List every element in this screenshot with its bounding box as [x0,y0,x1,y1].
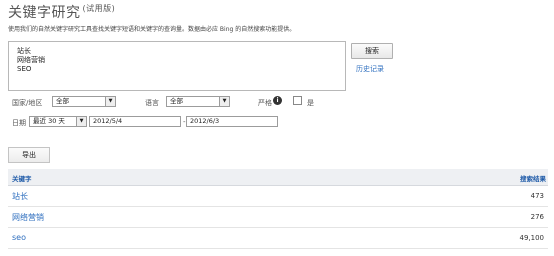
page-title-text: 关键字研究 [8,5,81,21]
date-start-input[interactable]: 2012/5/4 [89,116,181,127]
chevron-down-icon: ▼ [76,117,86,126]
keyword-line: 站长 [17,47,31,55]
trial-badge: (试用版) [82,4,116,14]
column-header-keyword[interactable]: 关键字 [12,173,32,183]
result-count: 276 [530,213,544,221]
result-count: 473 [530,192,544,200]
table-row: 站长 473 [8,186,548,207]
results-table: 关键字 搜索结果 站长 473 网络营销 276 seo 49,100 [8,169,548,249]
language-select[interactable]: 全部 ▼ [166,96,230,107]
strict-label: 严格 [258,99,272,107]
page-description: 使用我们的自然关键字研究工具查找关键字短语和关键字的查询量。数据由必应 Bing… [8,26,296,33]
table-row: 网络营销 276 [8,207,548,228]
export-button[interactable]: 导出 [8,147,50,163]
date-range-value: 最近 30 天 [33,117,65,125]
date-end-input[interactable]: 2012/6/3 [186,116,278,127]
chevron-down-icon: ▼ [219,97,229,106]
language-label: 语言 [145,99,159,107]
language-select-value: 全部 [170,97,183,105]
table-header: 关键字 搜索结果 [8,169,548,186]
keyword-link[interactable]: seo [12,233,26,242]
date-range-select[interactable]: 最近 30 天 ▼ [29,116,87,127]
strict-checkbox[interactable] [293,96,302,105]
table-row: seo 49,100 [8,228,548,249]
history-link[interactable]: 历史记录 [356,64,384,74]
info-icon[interactable]: i [273,96,282,105]
strict-option-label: 是 [307,99,314,107]
chevron-down-icon: ▼ [105,97,115,106]
country-select-value: 全部 [56,97,69,105]
search-button[interactable]: 搜索 [351,43,393,59]
column-header-count[interactable]: 搜索结果 [520,173,546,183]
keywords-textarea[interactable]: 站长 网络营销 SEO [8,41,346,91]
keyword-line: 网络营销 [17,56,45,64]
country-label: 国家/地区 [12,99,43,107]
country-select[interactable]: 全部 ▼ [52,96,116,107]
result-count: 49,100 [519,234,545,242]
date-label: 日期 [12,119,26,127]
keyword-link[interactable]: 网络营销 [12,212,44,223]
keyword-link[interactable]: 站长 [12,191,28,202]
keyword-line: SEO [17,65,32,73]
page-title: 关键字研究 (试用版) [8,2,115,22]
